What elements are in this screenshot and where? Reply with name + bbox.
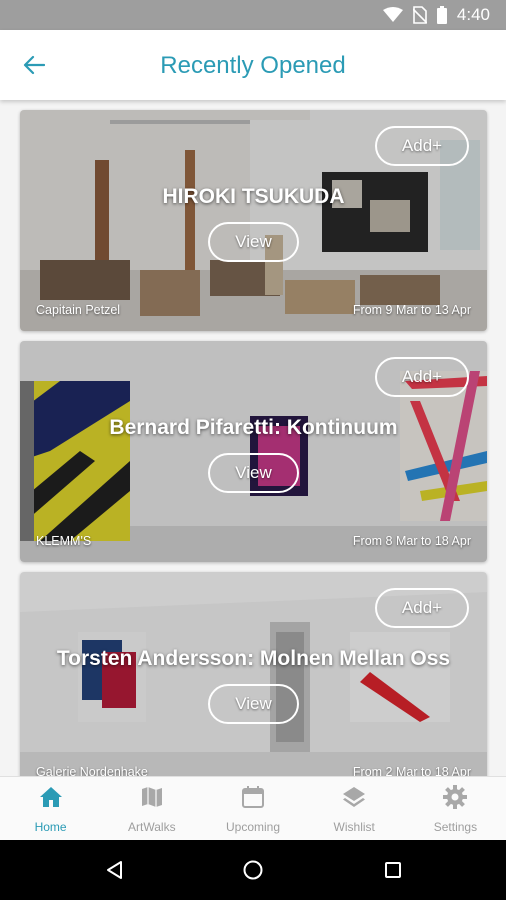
layers-icon [340,783,368,811]
nav-item-settings[interactable]: Settings [405,777,506,840]
app-bar: Recently Opened [0,30,506,100]
system-nav-bar [0,840,506,900]
exhibition-card[interactable]: HIROKI TSUKUDA Add+ View Capitain Petzel… [20,110,487,331]
nav-item-artwalks[interactable]: ArtWalks [101,777,202,840]
back-triangle-icon[interactable] [100,856,128,884]
exhibition-dates: From 8 Mar to 18 Apr [352,534,471,548]
status-bar: 4:40 [0,0,506,30]
add-button[interactable]: Add+ [375,588,469,628]
wifi-icon [382,7,403,22]
view-button[interactable]: View [208,684,299,724]
nav-label: ArtWalks [128,820,176,834]
home-icon [37,783,65,811]
nav-label: Wishlist [333,820,375,834]
recents-square-icon[interactable] [379,856,407,884]
exhibition-title: Bernard Pifaretti: Kontinuum [109,416,398,439]
nav-item-home[interactable]: Home [0,777,101,840]
nav-label: Upcoming [225,820,281,834]
calendar-icon [239,783,267,811]
gallery-name: Galerie Nordenhake [36,765,148,776]
exhibition-card[interactable]: Torsten Andersson: Molnen Mellan Oss Add… [20,572,487,776]
exhibition-list: HIROKI TSUKUDA Add+ View Capitain Petzel… [0,100,506,776]
nav-label: Home [34,820,67,834]
exhibition-dates: From 9 Mar to 13 Apr [352,303,471,317]
battery-icon [436,6,447,24]
nav-item-upcoming[interactable]: Upcoming [202,777,303,840]
exhibition-card[interactable]: Bernard Pifaretti: Kontinuum Add+ View K… [20,341,487,562]
exhibition-dates: From 2 Mar to 18 Apr [352,765,471,776]
status-time: 4:40 [456,5,490,24]
gear-icon [441,783,469,811]
exhibition-title: Torsten Andersson: Molnen Mellan Oss [56,647,451,670]
status-icons: 4:40 [382,5,490,25]
add-button[interactable]: Add+ [375,357,469,397]
bottom-navigation: Home ArtWalks Upcoming Wishlist Settings [0,776,506,840]
home-circle-icon[interactable] [239,856,267,884]
nav-item-wishlist[interactable]: Wishlist [304,777,405,840]
app-screen: 4:40 Recently Opened HIROKI TSUKUDA Add+… [0,0,506,900]
view-button[interactable]: View [208,453,299,493]
exhibition-title: HIROKI TSUKUDA [162,185,345,208]
view-button[interactable]: View [208,222,299,262]
page-title: Recently Opened [160,52,346,79]
no-sim-icon [412,6,427,24]
map-icon [138,783,166,811]
add-button[interactable]: Add+ [375,126,469,166]
nav-label: Settings [433,820,478,834]
gallery-name: Capitain Petzel [36,303,121,317]
gallery-name: KLEMM'S [36,534,92,548]
